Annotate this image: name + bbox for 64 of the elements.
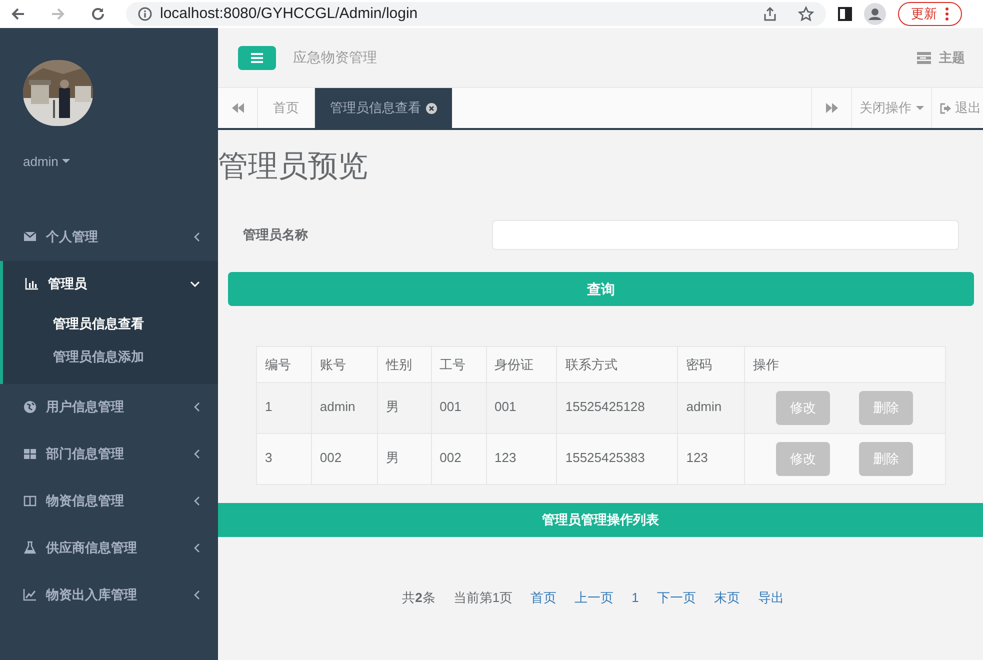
page-link[interactable]: 末页 [714,588,740,608]
table-cell: 002 [431,434,486,484]
double-right-icon [826,103,838,113]
table-cell: 123 [486,434,557,484]
page-info: 当前第1页 [453,589,513,607]
tab[interactable]: 管理员信息查看 [315,88,452,128]
table-cell: 男 [377,434,432,484]
update-button[interactable]: 更新 [898,2,962,26]
share-icon [762,6,778,22]
name-input[interactable] [492,220,959,250]
more-icon [945,7,949,21]
menu-item[interactable]: 管理员 [3,260,218,308]
line-chart-icon [23,588,37,602]
url-text: localhost:8080/GYHCCGL/Admin/login [160,4,419,24]
column-header: 操作 [744,346,946,382]
page-link[interactable]: 首页 [530,588,557,608]
side-panel-icon [838,7,852,21]
table-cell: 3 [256,434,312,484]
table-cell: 123 [678,434,745,484]
menu-item[interactable]: 供应商信息管理 [0,524,218,572]
flask-icon [23,541,37,555]
menu-item[interactable]: 物资信息管理 [0,478,218,524]
caret-icon [916,106,924,110]
columns-icon [23,494,37,508]
menu-button[interactable] [238,46,276,70]
field-label: 管理员名称 [243,226,309,244]
page-link[interactable]: 上一页 [574,588,614,608]
sign-out-icon [940,102,951,114]
close-actions-dropdown[interactable]: 关闭操作 [851,88,931,128]
menu-item[interactable]: 用户信息管理 [0,384,218,430]
theme-button[interactable]: 主题 [917,48,965,68]
page-info: 共2条 [402,589,436,607]
menu-item[interactable]: 部门信息管理 [0,430,218,478]
page-title: 管理员预览 [218,149,369,185]
envelope-icon [23,230,37,244]
app-title: 应急物资管理 [293,48,378,67]
column-header: 编号 [256,346,312,382]
logout-button[interactable]: 退出 [931,88,983,128]
user-menu[interactable]: admin [23,152,70,172]
double-left-icon [232,103,244,113]
menu-item[interactable]: 物资出入库管理 [0,572,218,618]
query-button[interactable]: 查询 [228,272,974,306]
page-link[interactable]: 1 [632,588,639,608]
submenu-item[interactable]: 管理员信息添加 [3,340,218,374]
profile-icon [864,3,886,25]
caret-icon [62,159,70,164]
address-bar[interactable]: localhost:8080/GYHCCGL/Admin/login [126,2,826,26]
page-link[interactable]: 导出 [758,588,784,608]
reload-icon [90,6,106,22]
star-icon [798,6,814,22]
section-banner: 管理员管理操作列表 [218,503,983,537]
bar-chart-icon [25,277,39,291]
grid-icon [23,447,37,461]
table-cell: 002 [311,434,378,484]
submenu-item[interactable]: 管理员信息查看 [3,308,218,340]
menu-icon [251,52,263,62]
forward-icon [50,6,66,22]
globe-icon [23,400,37,414]
page-link[interactable]: 下一页 [656,588,696,608]
info-icon [138,7,152,21]
theme-icon [917,52,931,64]
table-cell: 15525425383 [556,434,678,484]
back-icon [10,6,26,22]
menu-item[interactable]: 个人管理 [0,214,218,260]
